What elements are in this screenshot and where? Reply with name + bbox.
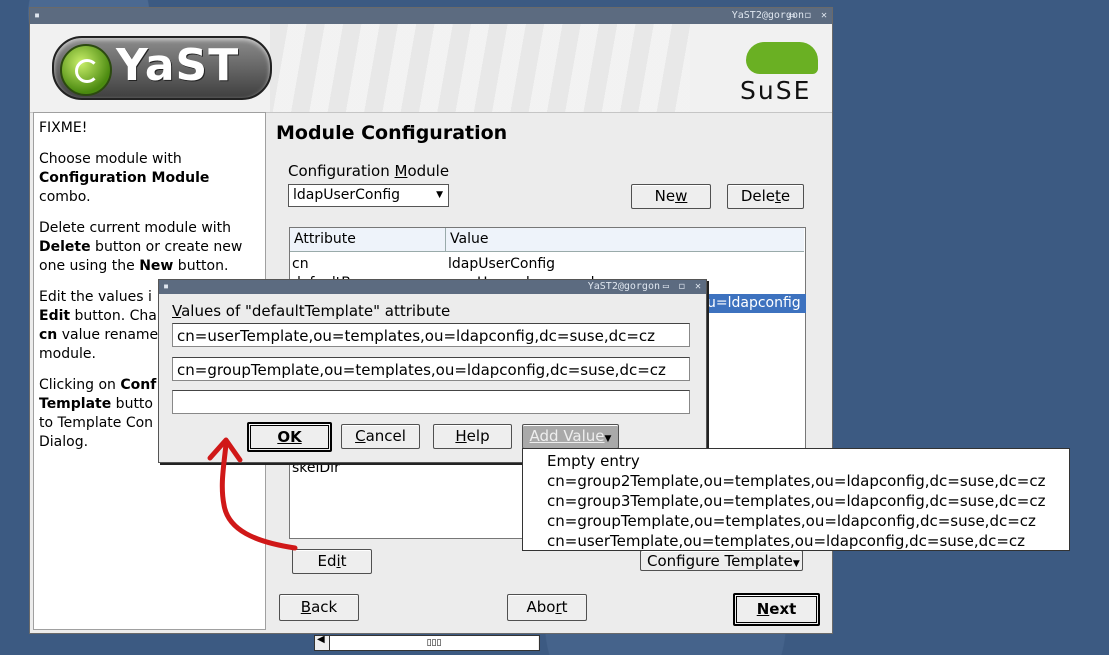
- help-paragraph: Delete current module with Delete button…: [39, 220, 243, 274]
- config-module-label: Configuration Module: [288, 162, 450, 180]
- dropdown-arrow-icon: ▼: [792, 559, 800, 569]
- window-menu-icon[interactable]: ▪: [34, 8, 40, 24]
- window-controls-icon[interactable]: ▭ ◻ ✕: [663, 280, 703, 294]
- configure-template-button[interactable]: Configure Template▼: [640, 550, 803, 571]
- window-controls-icon[interactable]: ▭ ◻ ✕: [789, 8, 829, 24]
- menu-item[interactable]: cn=group2Template,ou=templates,ou=ldapco…: [547, 471, 1045, 491]
- banner-keyboard-image: [270, 24, 690, 112]
- suse-logo: SuSE: [738, 40, 822, 105]
- selected-row[interactable]: u=ldapconfig: [705, 294, 806, 313]
- value-field[interactable]: cn=userTemplate,ou=templates,ou=ldapconf…: [172, 323, 690, 347]
- table-cell-value[interactable]: ldapUserConfig: [448, 255, 555, 274]
- scroll-thumb[interactable]: ▯▯▯: [329, 636, 538, 650]
- yast-logo-text: YaST: [116, 40, 240, 91]
- dropdown-arrow-icon: ▼: [604, 434, 612, 444]
- page-title: Module Configuration: [276, 122, 508, 144]
- help-button[interactable]: Help: [433, 424, 512, 449]
- add-value-menu: Empty entry cn=group2Template,ou=templat…: [522, 448, 1070, 551]
- abort-button[interactable]: Abort: [507, 594, 587, 621]
- help-paragraph: Choose module with Configuration Module …: [39, 151, 210, 205]
- new-button[interactable]: New: [631, 184, 711, 209]
- yast-logo: YaST: [52, 36, 272, 100]
- delete-button[interactable]: Delete: [727, 184, 804, 209]
- menu-item[interactable]: cn=group3Template,ou=templates,ou=ldapco…: [547, 491, 1045, 511]
- main-titlebar[interactable]: ▪ YaST2@gorgon ▭ ◻ ✕: [30, 8, 832, 24]
- menu-item-empty-entry[interactable]: Empty entry: [547, 451, 640, 471]
- config-module-combo[interactable]: ldapUserConfig ▼: [288, 184, 449, 207]
- dropdown-arrow-icon: ▼: [436, 190, 443, 200]
- cancel-button[interactable]: Cancel: [341, 424, 420, 449]
- menu-item[interactable]: cn=userTemplate,ou=templates,ou=ldapconf…: [547, 531, 1025, 551]
- desktop: { "main_window": { "title": "YaST2@gorgo…: [0, 0, 1109, 655]
- next-button[interactable]: Next: [733, 593, 820, 626]
- dialog-titlebar[interactable]: ▪ YaST2@gorgon ▭ ◻ ✕: [159, 280, 706, 294]
- menu-item[interactable]: cn=groupTemplate,ou=templates,ou=ldapcon…: [547, 511, 1036, 531]
- scroll-left-icon[interactable]: ◀: [317, 634, 325, 645]
- chameleon-icon: [746, 42, 818, 74]
- suse-logo-text: SuSE: [740, 76, 812, 105]
- value-field[interactable]: cn=groupTemplate,ou=templates,ou=ldapcon…: [172, 357, 690, 381]
- table-cell-attribute[interactable]: cn: [292, 255, 309, 274]
- value-field-empty[interactable]: [172, 390, 690, 414]
- column-header-value[interactable]: Value: [446, 228, 804, 252]
- yast-banner: YaST SuSE: [30, 24, 832, 113]
- help-paragraph: FIXME!: [39, 120, 88, 136]
- horizontal-scrollbar[interactable]: ◀ ▯▯▯: [314, 634, 540, 651]
- column-header-attribute[interactable]: Attribute: [290, 228, 446, 252]
- dialog-title: YaST2@gorgon: [587, 281, 660, 292]
- annotation-arrow-icon: [207, 437, 298, 551]
- window-menu-icon[interactable]: ▪: [163, 280, 169, 294]
- add-value-button[interactable]: Add Value▼: [522, 424, 619, 449]
- values-label: Values of "defaultTemplate" attribute: [172, 302, 451, 320]
- back-button[interactable]: Back: [279, 594, 359, 621]
- yast-logo-icon: [60, 44, 112, 96]
